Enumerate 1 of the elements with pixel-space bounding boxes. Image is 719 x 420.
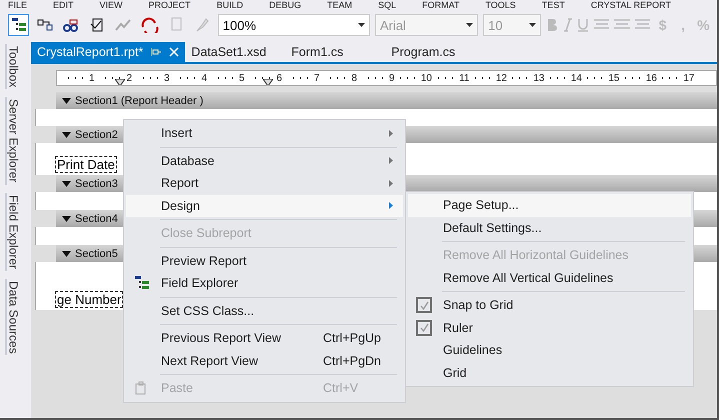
horizontal-ruler: 1 2 3 4 5 6 7 8 9 10 11 12 13 14 15 16 17 <box>56 70 717 86</box>
